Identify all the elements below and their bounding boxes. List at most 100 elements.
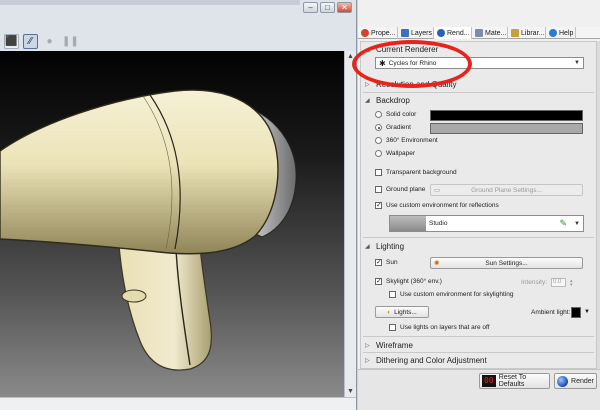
checkbox-label: Use custom environment for skylighting: [400, 291, 514, 298]
renderer-value: Cycles for Rhino: [388, 59, 437, 67]
ambient-light-label: Ambient light:: [531, 309, 570, 316]
section-backdrop[interactable]: ◢ Backdrop: [365, 95, 410, 106]
tab-materials[interactable]: Mate...: [472, 27, 508, 39]
reset-to-defaults-button[interactable]: 00 Reset To Defaults: [479, 373, 550, 389]
sun-icon: ✺: [434, 260, 440, 267]
tab-label: Prope...: [371, 29, 396, 37]
section-title: Wireframe: [376, 341, 413, 350]
lights-button[interactable]: ◐ Lights...: [375, 306, 429, 318]
radio-button[interactable]: [375, 111, 382, 118]
renderer-dropdown[interactable]: ✱ Cycles for Rhino ▼: [375, 57, 584, 69]
button-label: Lights...: [394, 308, 417, 316]
checkbox-label: Skylight (360° env.): [386, 278, 442, 285]
checkbox[interactable]: ✓: [375, 259, 382, 266]
tab-libraries[interactable]: Librar...: [508, 27, 546, 39]
tab-label: Help: [559, 29, 574, 37]
intensity-input[interactable]: 0.0: [551, 278, 567, 287]
section-resolution-quality[interactable]: ▷ Resolution and Quality: [365, 79, 457, 90]
checkbox-label: Use lights on layers that are off: [400, 324, 490, 331]
backdrop-wallpaper-option[interactable]: Wallpaper: [375, 150, 415, 157]
chevron-down-icon: ▼: [574, 60, 580, 66]
render-button[interactable]: Render: [554, 373, 597, 389]
tab-properties[interactable]: Prope...: [358, 27, 398, 39]
label: Ambient light:: [531, 309, 571, 316]
window-controls: – □ ✕: [300, 0, 356, 14]
tab-rendering[interactable]: Rend...: [434, 27, 472, 39]
render-viewport[interactable]: [0, 51, 344, 397]
tab-label: Librar...: [521, 29, 545, 37]
section-current-renderer[interactable]: ◢ Current Renderer: [365, 44, 438, 55]
layers-icon: [401, 29, 409, 37]
ground-plane-settings-button[interactable]: ▭ Ground Plane Settings...: [430, 184, 583, 196]
hair-dryer-render: [0, 89, 297, 371]
divider: [363, 336, 594, 337]
checkbox-label: Sun: [386, 259, 398, 266]
use-custom-environment-checkbox[interactable]: ✓ Use custom environment for reflections: [375, 202, 499, 209]
record-icon[interactable]: ●: [42, 34, 57, 49]
checkbox-label: Transparent background: [386, 169, 457, 176]
gradient-color-swatch[interactable]: [430, 123, 583, 134]
skylight-checkbox[interactable]: ✓ Skylight (360° env.): [375, 278, 442, 285]
section-title: Current Renderer: [376, 45, 439, 54]
pause-icon[interactable]: ❚❚: [61, 34, 79, 49]
libraries-icon: [511, 29, 519, 37]
checkbox[interactable]: ✓: [375, 202, 382, 209]
section-title: Dithering and Color Adjustment: [376, 356, 487, 365]
window-title-strip: [0, 0, 300, 5]
use-custom-skylight-checkbox[interactable]: Use custom environment for skylighting: [389, 291, 513, 298]
maximize-button[interactable]: □: [320, 2, 335, 13]
scroll-down-arrow-icon[interactable]: ▼: [345, 386, 356, 397]
radio-button[interactable]: [375, 137, 382, 144]
checkbox[interactable]: [375, 186, 382, 193]
ground-plane-icon: ▭: [434, 187, 441, 194]
checkbox[interactable]: [389, 291, 396, 298]
checkbox[interactable]: ✓: [375, 278, 382, 285]
panel-footer: 00 Reset To Defaults Render: [358, 369, 600, 410]
expand-triangle-icon: ▷: [365, 82, 370, 88]
panel-tab-strip: Prope... Layers Rend... Mate... Librar..…: [358, 27, 600, 39]
tab-label: Rend...: [447, 29, 470, 37]
backdrop-solid-color-option[interactable]: Solid color: [375, 111, 416, 118]
backdrop-gradient-option[interactable]: Gradient: [375, 124, 411, 131]
section-wireframe[interactable]: ▷ Wireframe: [365, 340, 413, 351]
checkbox[interactable]: [389, 324, 396, 331]
raytrace-wand-icon[interactable]: ⁄⁄: [23, 34, 38, 49]
intensity-label: Intensity:: [521, 279, 548, 286]
chevron-down-icon[interactable]: ▼: [584, 309, 590, 315]
solid-color-swatch[interactable]: [430, 110, 583, 121]
divider: [363, 92, 594, 93]
ground-plane-checkbox[interactable]: Ground plane: [375, 186, 425, 193]
radio-button[interactable]: [375, 124, 382, 131]
environment-dropdown[interactable]: Studio ✎ ▼: [389, 215, 584, 232]
section-lighting[interactable]: ◢ Lighting: [365, 241, 404, 252]
minimize-button[interactable]: –: [303, 2, 318, 13]
radio-button[interactable]: [375, 150, 382, 157]
environment-name: Studio: [429, 220, 448, 227]
backdrop-360-environment-option[interactable]: 360° Environment: [375, 137, 438, 144]
viewport-horizontal-scrollbar[interactable]: [0, 397, 356, 410]
sun-checkbox[interactable]: ✓ Sun: [375, 259, 398, 266]
button-label: Ground Plane Settings...: [471, 186, 542, 194]
expand-triangle-icon: ▷: [365, 358, 370, 364]
edit-pencil-icon[interactable]: ✎: [560, 218, 568, 229]
scroll-up-arrow-icon[interactable]: ▲: [345, 51, 356, 62]
tab-label: Mate...: [485, 29, 507, 37]
materials-icon: [475, 29, 483, 37]
viewport-vertical-scrollbar[interactable]: ▲ ▼: [344, 51, 356, 397]
transparent-background-checkbox[interactable]: Transparent background: [375, 169, 457, 176]
help-icon: [549, 29, 557, 37]
section-title: Backdrop: [376, 96, 410, 105]
section-title: Resolution and Quality: [376, 80, 457, 89]
tab-help[interactable]: Help: [546, 27, 576, 39]
tab-layers[interactable]: Layers: [398, 27, 434, 39]
button-label: Render: [571, 377, 594, 385]
checkbox[interactable]: [375, 169, 382, 176]
cube-icon[interactable]: ⬛: [4, 34, 19, 49]
sun-settings-button[interactable]: ✺ Sun Settings...: [430, 257, 583, 269]
close-button[interactable]: ✕: [337, 2, 352, 13]
ambient-color-swatch[interactable]: [571, 307, 581, 318]
intensity-spinner[interactable]: ▴ ▾: [570, 278, 573, 287]
use-lights-on-layers-off-checkbox[interactable]: Use lights on layers that are off: [389, 324, 489, 331]
render-icon: [437, 29, 445, 37]
section-dithering[interactable]: ▷ Dithering and Color Adjustment: [365, 355, 487, 366]
